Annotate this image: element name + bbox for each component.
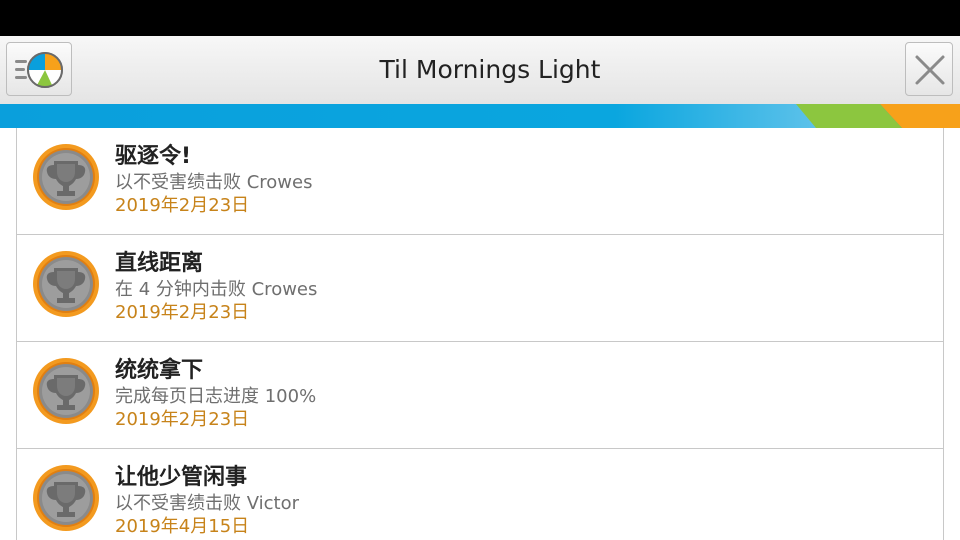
achievement-date: 2019年2月23日	[115, 195, 250, 216]
close-button[interactable]	[905, 42, 953, 96]
achievement-title: 直线距离	[115, 251, 204, 276]
app-title: Til Mornings Light	[379, 55, 601, 84]
menu-button[interactable]	[6, 42, 72, 96]
achievement-title: 让他少管闲事	[115, 465, 248, 490]
achievement-list[interactable]: 驱逐令! 以不受害绩击败 Crowes 2019年2月23日 直线距离 在 4 …	[16, 128, 944, 540]
achievement-date: 2019年2月23日	[115, 409, 250, 430]
list-item[interactable]: 驱逐令! 以不受害绩击败 Crowes 2019年2月23日	[16, 128, 944, 235]
trophy-icon	[33, 251, 99, 317]
achievement-date: 2019年4月15日	[115, 516, 250, 537]
list-item[interactable]: 让他少管闲事 以不受害绩击败 Victor 2019年4月15日	[16, 449, 944, 540]
achievement-date: 2019年2月23日	[115, 302, 250, 323]
achievement-title: 统统拿下	[115, 358, 204, 383]
color-strip	[0, 104, 960, 128]
list-item[interactable]: 统统拿下 完成每页日志进度 100% 2019年2月23日	[16, 342, 944, 449]
trophy-icon	[33, 358, 99, 424]
status-bar	[0, 0, 960, 36]
achievement-title: 驱逐令!	[115, 144, 192, 169]
list-item[interactable]: 直线距离 在 4 分钟内击败 Crowes 2019年2月23日	[16, 235, 944, 342]
close-icon	[915, 55, 945, 85]
trophy-icon	[33, 465, 99, 531]
trophy-icon	[33, 144, 99, 210]
menu-globe-icon	[15, 52, 63, 88]
